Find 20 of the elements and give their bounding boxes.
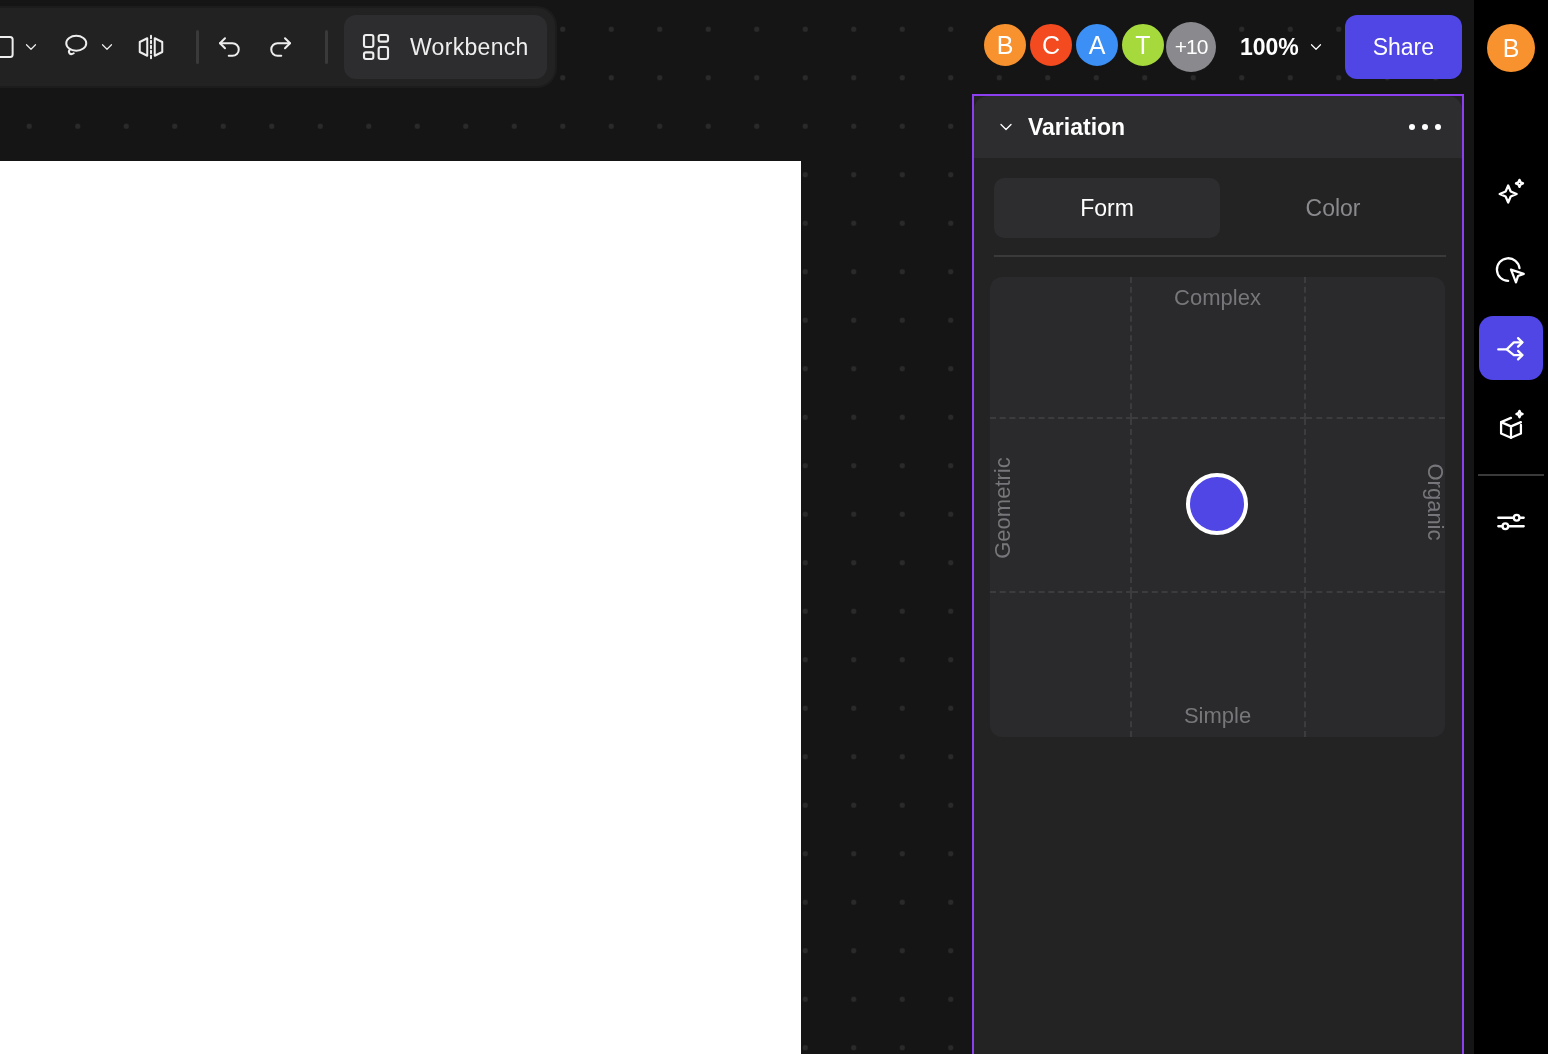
axis-label: Complex [1174, 285, 1261, 311]
avatar[interactable]: +10 [1166, 22, 1216, 72]
more-icon [1408, 123, 1442, 131]
avatar[interactable]: B [982, 22, 1028, 68]
avatar[interactable]: C [1028, 22, 1074, 68]
axis-label: Organic [1421, 463, 1445, 541]
variation-pad[interactable]: Complex Simple Geometric Organic [990, 277, 1445, 737]
axis-label: Simple [1183, 703, 1252, 729]
axis-label: Geometric [990, 457, 1016, 559]
mirror-icon [136, 32, 166, 62]
tab[interactable]: Form [994, 178, 1220, 238]
avatar[interactable]: A [1074, 22, 1120, 68]
panel-title: Variation [1028, 113, 1127, 141]
user-avatar[interactable]: B [1487, 24, 1535, 72]
zoom-dropdown[interactable]: 100% [1240, 33, 1325, 61]
tab[interactable]: Color [1220, 178, 1446, 238]
rail-button[interactable] [1479, 316, 1543, 380]
share-button[interactable]: Share [1344, 15, 1462, 79]
grid-icon [360, 31, 392, 63]
workbench-button[interactable]: Workbench [344, 15, 547, 79]
